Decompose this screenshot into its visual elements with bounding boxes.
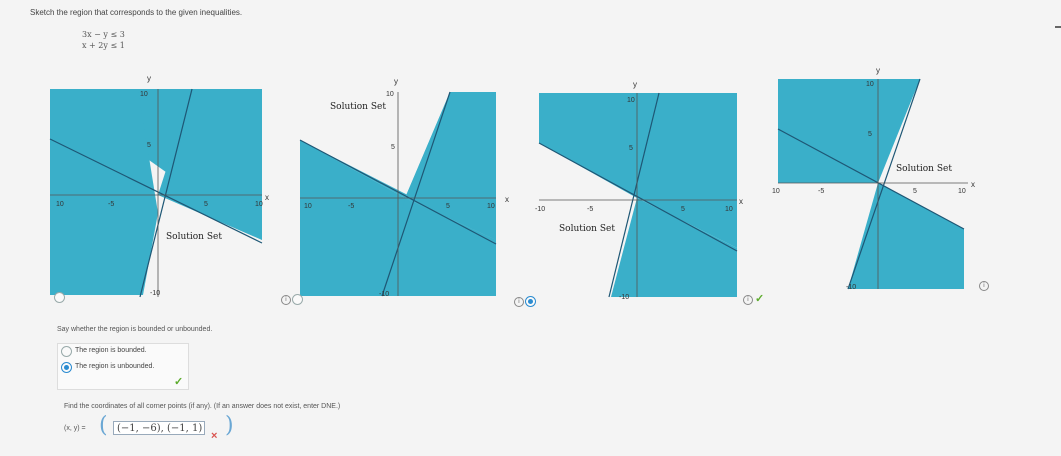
option-bounded-label[interactable]: The region is bounded. xyxy=(75,347,147,354)
graph-4-tick: 10 xyxy=(866,81,874,88)
graph-1-tick: 10 xyxy=(255,201,263,208)
graph-1-tick: 5 xyxy=(204,201,208,208)
graph-4-solution-label: Solution Set xyxy=(896,164,952,174)
graph-1-y-label: y xyxy=(147,74,151,83)
graph-3-tick: 10 xyxy=(627,97,635,104)
bounded-options-box: The region is bounded. The region is unb… xyxy=(57,343,189,390)
graph-3-svg: y x -10 -5 5 10 10 5 -10 Solution Set xyxy=(535,80,743,301)
graph-3-tick: 5 xyxy=(681,206,685,213)
graph-4-region-a xyxy=(778,79,964,289)
graph-2-tick: -5 xyxy=(348,203,354,210)
graph-4-tick: -5 xyxy=(818,188,824,195)
graph-4-tick: 10 xyxy=(958,188,966,195)
graph-3-tick: -10 xyxy=(535,206,545,213)
graph-2-x-label: x xyxy=(505,195,509,204)
corner-points-input[interactable]: (−1, −6), (−1, 1) xyxy=(113,421,205,435)
graph-3-tick: 5 xyxy=(629,145,633,152)
graph-2-tick: 5 xyxy=(391,144,395,151)
graph-1-tick: -5 xyxy=(108,201,114,208)
graph-2-tick: -10 xyxy=(379,291,389,298)
graph-2-solution-label: Solution Set xyxy=(330,102,386,112)
graph-1-tick: 5 xyxy=(147,142,151,149)
graph-option-3[interactable]: y x -10 -5 5 10 10 5 -10 Solution Set xyxy=(535,80,743,301)
option-bounded-radio[interactable] xyxy=(61,346,72,357)
graph-4-tick: 5 xyxy=(913,188,917,195)
graph-option-2[interactable]: y x 10 -5 5 10 10 5 -10 Solution Set xyxy=(299,77,509,302)
problem-prompt: Sketch the region that corresponds to th… xyxy=(30,8,243,17)
graph-3-y-label: y xyxy=(633,80,637,89)
option-unbounded-label[interactable]: The region is unbounded. xyxy=(75,363,154,370)
graph-4-y-label: y xyxy=(876,66,880,75)
graph-4-tick: -10 xyxy=(846,284,856,291)
open-paren-decoration: ( xyxy=(99,413,108,438)
graph-1-x-label: x xyxy=(265,193,269,202)
graph-5-info-icon[interactable]: i xyxy=(979,281,989,291)
graph-2-y-label: y xyxy=(394,77,398,86)
answer-prefix: (x, y) = xyxy=(64,425,86,432)
graph-2-radio[interactable] xyxy=(292,294,303,305)
graph-option-1[interactable]: y x 10 -5 5 10 10 5 -10 Solution Set xyxy=(49,74,270,300)
corner-question: Find the coordinates of all corner point… xyxy=(64,403,341,410)
graph-4-tick: 10 xyxy=(772,188,780,195)
graph-4-tick: 5 xyxy=(868,131,872,138)
scrollbar-handle[interactable] xyxy=(1055,26,1061,28)
graph-2-tick: 10 xyxy=(487,203,495,210)
graph-3-x-label: x xyxy=(739,197,743,206)
graph-4-check-icon: ✓ xyxy=(755,293,765,305)
bounded-question: Say whether the region is bounded or unb… xyxy=(57,326,213,333)
graph-3-info-icon[interactable]: i xyxy=(514,297,524,307)
graph-1-radio[interactable] xyxy=(54,292,65,303)
graph-3-tick: -5 xyxy=(587,206,593,213)
graph-3-solution-label: Solution Set xyxy=(559,224,615,234)
graph-3-tick: 10 xyxy=(725,206,733,213)
graph-1-solution-label: Solution Set xyxy=(166,232,222,242)
graph-3-tick: -10 xyxy=(619,294,629,301)
graph-1-tick: 10 xyxy=(140,91,148,98)
graph-4-svg: y x 10 -5 5 10 10 5 -10 Solution Set xyxy=(772,66,975,291)
graph-1-tick: 10 xyxy=(56,201,64,208)
graph-4-info-icon[interactable]: i xyxy=(743,295,753,305)
option-unbounded-radio[interactable] xyxy=(61,362,72,373)
graph-2-tick: 10 xyxy=(386,91,394,98)
graph-3-radio[interactable] xyxy=(525,296,536,307)
graph-1-region-b xyxy=(50,89,158,295)
close-paren-decoration: ) xyxy=(225,413,234,438)
graph-1-svg: y x 10 -5 5 10 10 5 -10 Solution Set xyxy=(49,74,269,298)
graph-2-info-icon[interactable]: i xyxy=(281,295,291,305)
graph-option-4[interactable]: y x 10 -5 5 10 10 5 -10 Solution Set xyxy=(772,66,975,294)
graph-2-tick: 10 xyxy=(304,203,312,210)
graph-2-tick: 5 xyxy=(446,203,450,210)
wrong-answer-icon: × xyxy=(211,430,218,442)
graph-1-tick: -10 xyxy=(150,290,160,297)
graph-2-svg: y x 10 -5 5 10 10 5 -10 Solution Set xyxy=(299,77,509,298)
inequality-2: x + 2y ≤ 1 xyxy=(82,41,125,50)
inequality-1: 3x − y ≤ 3 xyxy=(82,30,125,39)
graph-4-x-label: x xyxy=(971,180,975,189)
bounded-check-icon: ✓ xyxy=(174,376,184,388)
